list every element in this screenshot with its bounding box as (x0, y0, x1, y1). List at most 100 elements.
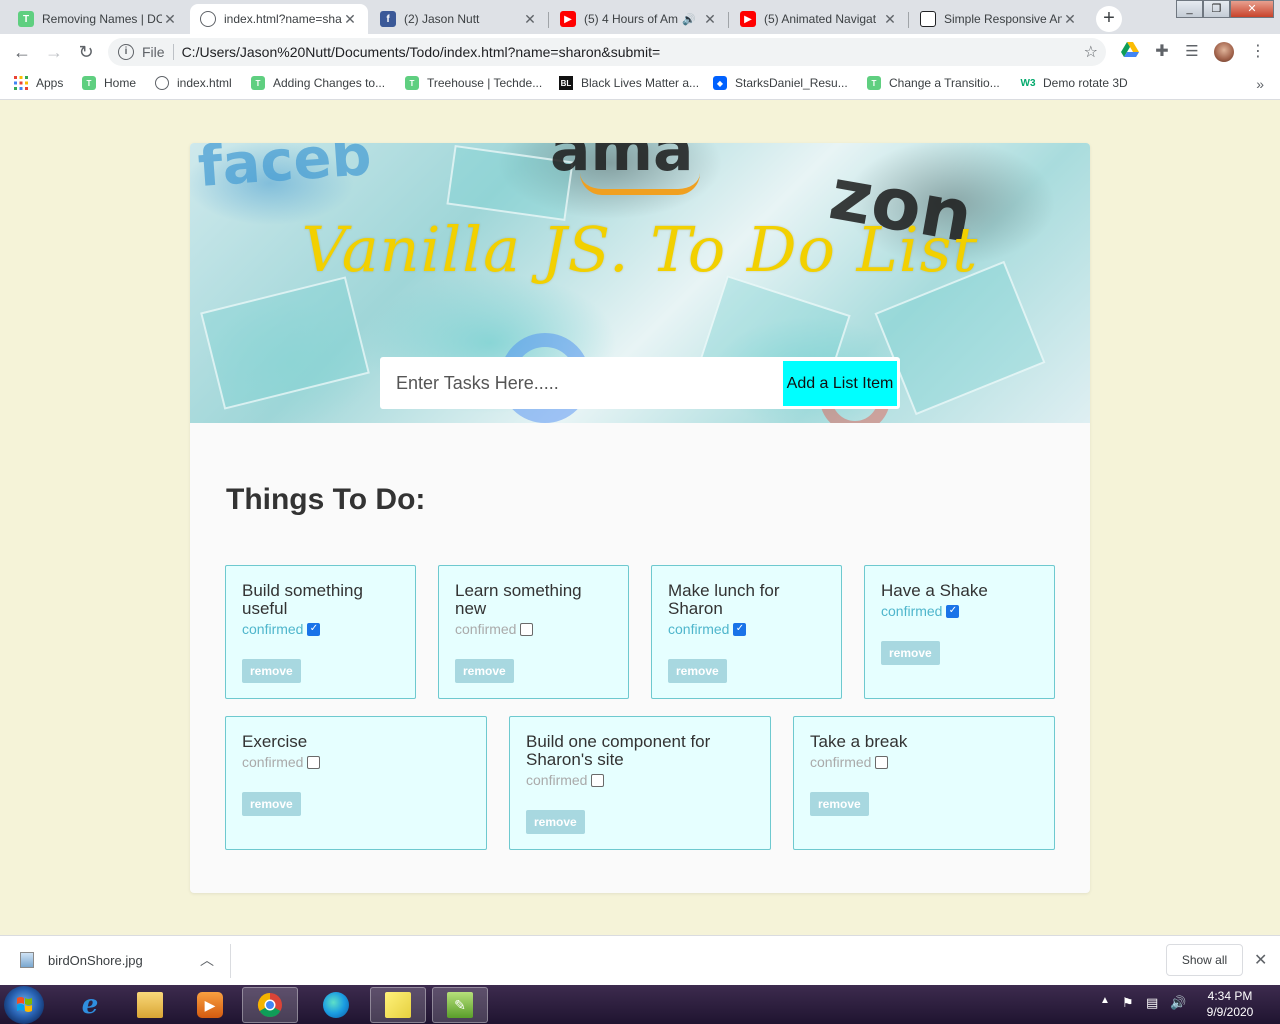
bookmark-demo-rotate[interactable]: W3 Demo rotate 3D (1021, 76, 1128, 90)
confirmed-label: confirmed (881, 603, 943, 619)
hero-logo-fragment: faceb (195, 143, 374, 200)
todo-item-title: Take a break (810, 732, 908, 751)
todo-item: Exercise confirmed remove (225, 716, 487, 850)
sticky-notes-icon[interactable] (370, 987, 426, 1023)
confirmed-label: confirmed (668, 621, 730, 637)
address-bar[interactable]: i File C:/Users/Jason%20Nutt/Documents/T… (108, 38, 1106, 66)
todo-item-title: Exercise (242, 732, 308, 751)
confirmed-row: confirmed ✓ (242, 621, 399, 637)
todo-item: Learn something new confirmed remove (438, 565, 629, 699)
confirmed-checkbox[interactable]: ✓ (946, 604, 960, 618)
chevron-double-right-icon[interactable]: » (1256, 76, 1264, 92)
tab-title: index.html?name=sha (224, 12, 342, 26)
tab-4-hours[interactable]: ▶ (5) 4 Hours of Am 🔊 ✕ (550, 4, 728, 34)
confirmed-label: confirmed (455, 621, 517, 637)
confirmed-checkbox[interactable]: ✓ (733, 622, 747, 636)
url-text[interactable]: C:/Users/Jason%20Nutt/Documents/Todo/ind… (182, 44, 661, 60)
confirmed-checkbox[interactable] (875, 755, 889, 769)
back-arrow-icon[interactable]: ← (10, 40, 34, 64)
tab-title: (5) Animated Navigat (764, 12, 877, 26)
speaker-icon[interactable]: 🔊 (682, 13, 696, 26)
confirmed-row: confirmed (242, 754, 470, 770)
bookmark-resume[interactable]: ◆ StarksDaniel_Resu... (713, 76, 848, 90)
close-tab-icon[interactable]: ✕ (522, 11, 538, 28)
extensions-puzzle-icon[interactable]: ✚ (1152, 42, 1172, 62)
internet-explorer-icon[interactable]: e (62, 987, 118, 1023)
info-icon[interactable]: i (118, 44, 134, 60)
clock-date: 9/9/2020 (1206, 1005, 1254, 1019)
minimize-icon[interactable]: _ (1176, 0, 1203, 18)
downloads-shelf: birdOnShore.jpg ︿ Show all ✕ (0, 935, 1280, 985)
close-shelf-icon[interactable]: ✕ (1254, 950, 1267, 970)
remove-button[interactable]: remove (526, 810, 585, 834)
window-close-icon[interactable]: ✕ (1230, 0, 1274, 18)
reload-icon[interactable]: ↻ (74, 40, 98, 64)
remove-button[interactable]: remove (881, 641, 940, 665)
chevron-up-icon[interactable]: ︿ (200, 950, 214, 970)
close-tab-icon[interactable]: ✕ (342, 11, 358, 28)
bookmark-label: Change a Transitio... (889, 76, 1000, 90)
media-queue-icon[interactable]: ☰ (1182, 42, 1202, 62)
show-hidden-icons-arrow[interactable]: ▲ (1100, 995, 1110, 1006)
edge-icon[interactable] (308, 987, 364, 1023)
tab-index-html[interactable]: index.html?name=sha ✕ (190, 4, 368, 34)
tab-removing-names[interactable]: T Removing Names | DC ✕ (8, 4, 188, 34)
todo-item: Make lunch for Sharon confirmed ✓ remove (651, 565, 842, 699)
todo-item-title: Make lunch for Sharon (668, 581, 780, 618)
blm-icon: BL (559, 76, 573, 90)
add-list-item-button[interactable]: Add a List Item (783, 361, 897, 406)
volume-icon[interactable]: 🔊 (1170, 995, 1186, 1011)
todo-item: Take a break confirmed remove (793, 716, 1055, 850)
forward-arrow-icon[interactable]: → (42, 40, 66, 64)
kebab-menu-icon[interactable]: ⋮ (1248, 42, 1268, 62)
confirmed-checkbox[interactable] (307, 755, 321, 769)
tab-strip: T Removing Names | DC ✕ index.html?name=… (0, 0, 1280, 34)
action-center-flag-icon[interactable]: ⚑ (1122, 995, 1134, 1011)
profile-avatar[interactable] (1214, 42, 1234, 62)
bookmark-black-lives-matter[interactable]: BL Black Lives Matter a... (559, 76, 699, 90)
new-tab-button[interactable]: + (1096, 6, 1122, 32)
remove-button[interactable]: remove (242, 659, 301, 683)
globe-icon (155, 76, 169, 90)
media-player-icon[interactable]: ▶ (182, 987, 238, 1023)
task-input[interactable] (380, 357, 780, 409)
confirmed-checkbox[interactable]: ✓ (307, 622, 321, 636)
show-all-button[interactable]: Show all (1166, 944, 1243, 976)
system-clock[interactable]: 4:34 PM 9/9/2020 (1200, 988, 1260, 1020)
confirmed-checkbox[interactable] (520, 622, 534, 636)
bookmark-home[interactable]: T Home (82, 76, 136, 90)
tab-jason-nutt[interactable]: f (2) Jason Nutt ✕ (370, 4, 548, 34)
confirmed-label: confirmed (810, 754, 872, 770)
close-tab-icon[interactable]: ✕ (702, 11, 718, 28)
remove-button[interactable]: remove (455, 659, 514, 683)
bookmark-index-html[interactable]: index.html (155, 76, 232, 90)
tab-title: (2) Jason Nutt (404, 12, 480, 26)
todo-item-title: Build something useful (242, 581, 363, 618)
bookmark-star-icon[interactable]: ☆ (1084, 42, 1098, 62)
confirmed-checkbox[interactable] (591, 773, 605, 787)
notepad-plus-icon[interactable]: ✎ (432, 987, 488, 1023)
close-tab-icon[interactable]: ✕ (882, 11, 898, 28)
close-tab-icon[interactable]: ✕ (1062, 11, 1078, 28)
restore-icon[interactable]: ❐ (1203, 0, 1230, 18)
bookmark-label: Adding Changes to... (273, 76, 386, 90)
bookmark-label: index.html (177, 76, 232, 90)
start-button[interactable] (4, 986, 44, 1024)
bookmark-apps[interactable]: Apps (14, 76, 63, 90)
remove-button[interactable]: remove (242, 792, 301, 816)
glass-shard (200, 276, 370, 410)
download-item[interactable]: birdOnShore.jpg (20, 952, 143, 968)
bookmark-change-transition[interactable]: T Change a Transitio... (867, 76, 1000, 90)
bookmark-adding-changes[interactable]: T Adding Changes to... (251, 76, 385, 90)
remove-button[interactable]: remove (810, 792, 869, 816)
file-explorer-icon[interactable] (122, 987, 178, 1023)
close-tab-icon[interactable]: ✕ (162, 11, 178, 28)
remove-button[interactable]: remove (668, 659, 727, 683)
tab-animated-navigation[interactable]: ▶ (5) Animated Navigat ✕ (730, 4, 908, 34)
chrome-icon[interactable] (242, 987, 298, 1023)
bookmark-treehouse[interactable]: T Treehouse | Techde... (405, 76, 542, 90)
tab-simple-responsive[interactable]: Simple Responsive An ✕ (910, 4, 1088, 34)
google-drive-icon[interactable] (1120, 42, 1140, 62)
confirmed-label: confirmed (242, 621, 304, 637)
network-icon[interactable]: ▤ (1146, 995, 1158, 1011)
